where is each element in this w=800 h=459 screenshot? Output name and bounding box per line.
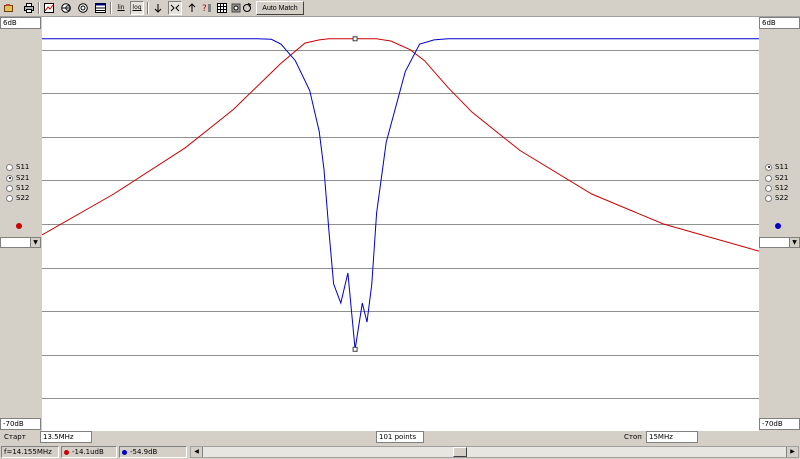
chart-icon[interactable] xyxy=(42,1,56,15)
left-panel: 6dB S11 S21 S12 S22 ▼ -70dB xyxy=(0,17,41,431)
zoom-icon[interactable] xyxy=(168,1,182,15)
marker-s21[interactable] xyxy=(352,36,358,42)
right-scale-bottom-field[interactable]: -70dB xyxy=(759,418,800,430)
table-icon[interactable] xyxy=(93,1,107,15)
right-scale-top-field[interactable]: 6dB xyxy=(759,17,800,29)
trace-color-dot-icon xyxy=(775,223,781,229)
stop-label: Стоп xyxy=(624,433,642,441)
plot-svg xyxy=(41,36,760,399)
help-icon[interactable]: ? xyxy=(200,1,214,15)
radio-icon xyxy=(6,184,13,192)
left-radio-s12[interactable]: S12 xyxy=(6,183,29,193)
start-label: Старт xyxy=(4,433,26,441)
linear-scale-icon[interactable]: lin xyxy=(114,1,128,15)
right-radio-s22[interactable]: S22 xyxy=(765,193,788,203)
radio-label: S11 xyxy=(775,163,789,171)
frequency-scrollbar[interactable]: ◀ ▶ xyxy=(190,446,799,458)
marker1-value: -14.1udB xyxy=(72,448,104,456)
left-scale-top-field[interactable]: 6dB xyxy=(0,17,41,29)
arrow-up-icon[interactable] xyxy=(185,1,199,15)
log-scale-label: log xyxy=(132,4,142,11)
right-radio-s21[interactable]: S21 xyxy=(765,173,788,183)
smith-chart-icon[interactable] xyxy=(59,1,73,15)
right-radio-s12[interactable]: S12 xyxy=(765,183,788,193)
radio-label: S21 xyxy=(16,174,30,182)
marker2-dot-icon xyxy=(122,449,127,455)
linear-scale-label: lin xyxy=(117,4,125,11)
grid-icon[interactable] xyxy=(215,1,229,15)
radio-icon xyxy=(765,163,772,171)
chevron-down-icon: ▼ xyxy=(789,238,799,247)
start-frequency-field[interactable]: 13.5MHz xyxy=(40,431,92,443)
toolbar: lin log ? Auto Match xyxy=(0,0,800,17)
right-panel: 6dB S11 S21 S12 S22 ▼ -70dB xyxy=(759,17,800,431)
radio-icon xyxy=(765,184,772,192)
log-scale-icon[interactable]: log xyxy=(130,1,144,15)
radio-label: S21 xyxy=(775,174,789,182)
marker2-readout: -54.9dB xyxy=(119,446,187,458)
scroll-right-icon[interactable]: ▶ xyxy=(786,447,798,457)
scroll-left-icon[interactable]: ◀ xyxy=(191,447,203,457)
auto-match-button[interactable]: Auto Match xyxy=(256,1,304,15)
toolbar-separator xyxy=(110,2,112,14)
arrow-down-icon[interactable] xyxy=(151,1,165,15)
radio-label: S22 xyxy=(16,194,30,202)
scrollbar-thumb[interactable] xyxy=(453,447,467,457)
radio-icon xyxy=(765,174,772,182)
left-radio-s22[interactable]: S22 xyxy=(6,193,29,203)
marker-s11[interactable] xyxy=(352,346,358,352)
svg-text:?: ? xyxy=(202,4,207,13)
radio-label: S12 xyxy=(16,184,30,192)
left-trace-select[interactable]: ▼ xyxy=(0,237,41,248)
toolbar-separator xyxy=(147,2,149,14)
radio-icon xyxy=(765,194,772,202)
trace-s11 xyxy=(42,38,759,350)
points-field[interactable]: 101 points xyxy=(376,431,424,443)
chevron-down-icon: ▼ xyxy=(30,238,40,247)
radio-label: S12 xyxy=(775,184,789,192)
refresh-icon[interactable] xyxy=(240,1,254,15)
sweep-bar: Старт 13.5MHz 101 points Стоп 15MHz xyxy=(0,431,800,444)
toolbar-separator xyxy=(38,2,40,14)
radio-icon xyxy=(6,194,13,202)
radio-label: S22 xyxy=(775,194,789,202)
radio-icon xyxy=(6,174,13,182)
right-trace-select[interactable]: ▼ xyxy=(759,237,800,248)
left-radio-s21[interactable]: S21 xyxy=(6,173,29,183)
plot-area[interactable] xyxy=(41,17,760,431)
right-radio-s11[interactable]: S11 xyxy=(765,162,788,172)
trace-s21 xyxy=(41,38,760,252)
marker2-value: -54.9dB xyxy=(130,448,158,456)
left-scale-bottom-field[interactable]: -70dB xyxy=(0,418,41,430)
marker1-readout: -14.1udB xyxy=(61,446,117,458)
frequency-readout: f=14.155MHz xyxy=(1,446,59,458)
marker1-dot-icon xyxy=(64,449,69,455)
open-icon[interactable] xyxy=(2,1,16,15)
radio-icon xyxy=(6,163,13,171)
trace-color-dot-icon xyxy=(16,223,22,229)
frequency-value: f=14.155MHz xyxy=(4,448,52,456)
left-radio-s11[interactable]: S11 xyxy=(6,162,29,172)
stop-frequency-field[interactable]: 15MHz xyxy=(646,431,698,443)
polar-chart-icon[interactable] xyxy=(76,1,90,15)
status-bar: f=14.155MHz -14.1udB -54.9dB ◀ ▶ xyxy=(0,445,800,459)
print-icon[interactable] xyxy=(22,1,36,15)
radio-label: S11 xyxy=(16,163,30,171)
